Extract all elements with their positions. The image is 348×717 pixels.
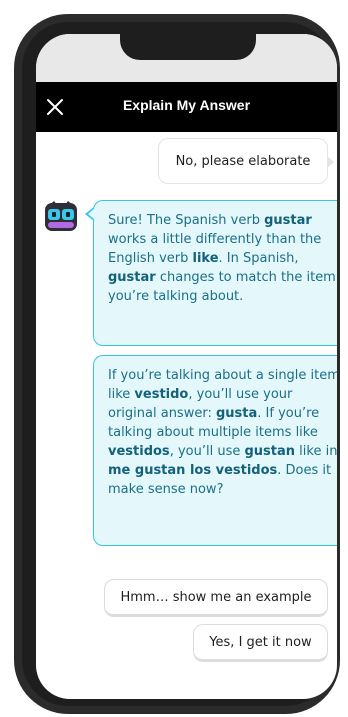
emphasized-text: gustar — [108, 270, 156, 285]
app-screen: Explain My Answer No, please elaborate S… — [36, 34, 337, 699]
status-bar — [36, 34, 337, 82]
user-message-bubble: No, please elaborate — [158, 138, 334, 184]
message-text: Sure! The Spanish verb — [108, 213, 265, 228]
assistant-message-bubble: If you’re talking about a single item li… — [93, 355, 337, 546]
emphasized-text: gustar — [264, 213, 312, 228]
emphasized-text: vestidos — [108, 444, 170, 459]
emphasized-text: me gustan los vestidos — [108, 463, 278, 478]
emphasized-text: vestido — [134, 387, 189, 402]
owl-avatar-icon — [44, 200, 78, 232]
phone-notch — [120, 34, 256, 60]
message-text: , you’ll use — [169, 444, 245, 459]
chat-header: Explain My Answer — [36, 82, 337, 132]
assistant-message-bubble: Sure! The Spanish verb gustar works a li… — [85, 200, 337, 346]
emphasized-text: like — [192, 251, 219, 266]
emphasized-text: gustan — [244, 444, 296, 459]
message-text: . In Spanish, — [218, 251, 299, 266]
got-it-label: Yes, I get it now — [209, 634, 312, 650]
page-title: Explain My Answer — [122, 97, 251, 113]
got-it-button[interactable]: Yes, I get it now — [193, 624, 328, 662]
show-example-label: Hmm… show me an example — [120, 589, 312, 605]
message-text: like in — [295, 444, 337, 459]
user-message-text: No, please elaborate — [175, 153, 311, 169]
emphasized-text: gusta — [215, 406, 258, 421]
show-example-button[interactable]: Hmm… show me an example — [104, 579, 328, 617]
